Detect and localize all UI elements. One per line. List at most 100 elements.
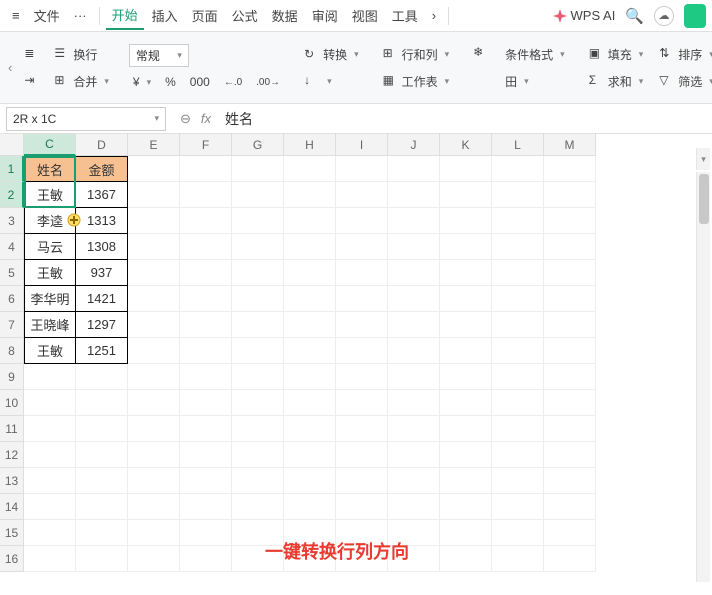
cell-J4[interactable] (388, 234, 440, 260)
cell-G7[interactable] (232, 312, 284, 338)
cell-F3[interactable] (180, 208, 232, 234)
worksheet-button[interactable]: ▦工作表▾ (379, 71, 454, 92)
column-header-C[interactable]: C (24, 134, 76, 156)
row-header-9[interactable]: 9 (0, 364, 24, 390)
cell-L5[interactable] (492, 260, 544, 286)
cell-L12[interactable] (492, 442, 544, 468)
cell-I10[interactable] (336, 390, 388, 416)
cell-C13[interactable] (24, 468, 76, 494)
decimal-increase[interactable]: ←.0 (220, 75, 246, 90)
search-icon[interactable]: 🔍 (625, 7, 644, 25)
cell-M13[interactable] (544, 468, 596, 494)
cell-K8[interactable] (440, 338, 492, 364)
cell-E13[interactable] (128, 468, 180, 494)
cell-D13[interactable] (76, 468, 128, 494)
cell-C1[interactable]: 姓名 (24, 156, 76, 182)
fill-button[interactable]: ▣填充▾ (585, 44, 648, 65)
cell-G8[interactable] (232, 338, 284, 364)
cell-E8[interactable] (128, 338, 180, 364)
cell-H4[interactable] (284, 234, 336, 260)
sort-button[interactable]: ⇅排序▾ (655, 44, 712, 65)
row-header-12[interactable]: 12 (0, 442, 24, 468)
cell-D9[interactable] (76, 364, 128, 390)
row-header-3[interactable]: 3 (0, 208, 24, 234)
cell-E7[interactable] (128, 312, 180, 338)
cell-G11[interactable] (232, 416, 284, 442)
rows-cols-button[interactable]: ⊞行和列▾ (379, 44, 454, 65)
cell-I8[interactable] (336, 338, 388, 364)
percent-button[interactable]: % (161, 73, 180, 91)
cell-D7[interactable]: 1297 (76, 312, 128, 338)
cell-F6[interactable] (180, 286, 232, 312)
cell-F12[interactable] (180, 442, 232, 468)
cell-C5[interactable]: 王敏 (24, 260, 76, 286)
cell-M16[interactable] (544, 546, 596, 572)
cell-J1[interactable] (388, 156, 440, 182)
cell-M1[interactable] (544, 156, 596, 182)
cell-F1[interactable] (180, 156, 232, 182)
column-header-I[interactable]: I (336, 134, 388, 156)
tab-formula[interactable]: 公式 (226, 2, 264, 29)
row-header-1[interactable]: 1 (0, 156, 24, 182)
cell-H10[interactable] (284, 390, 336, 416)
cell-F14[interactable] (180, 494, 232, 520)
cell-H2[interactable] (284, 182, 336, 208)
cell-C6[interactable]: 李华明 (24, 286, 76, 312)
cell-L9[interactable] (492, 364, 544, 390)
ribbon-scroll-left[interactable]: ‹ (8, 50, 12, 86)
tab-data[interactable]: 数据 (266, 2, 304, 29)
cell-D1[interactable]: 金额 (76, 156, 128, 182)
cell-H5[interactable] (284, 260, 336, 286)
cell-C16[interactable] (24, 546, 76, 572)
cell-D16[interactable] (76, 546, 128, 572)
row-header-15[interactable]: 15 (0, 520, 24, 546)
cell-C10[interactable] (24, 390, 76, 416)
column-header-G[interactable]: G (232, 134, 284, 156)
row-header-13[interactable]: 13 (0, 468, 24, 494)
tabs-overflow[interactable]: › (426, 4, 442, 27)
currency-button[interactable]: ¥▾ (129, 73, 155, 91)
cell-K2[interactable] (440, 182, 492, 208)
cell-K4[interactable] (440, 234, 492, 260)
cell-C2[interactable]: 王敏 (24, 182, 76, 208)
cell-E16[interactable] (128, 546, 180, 572)
cell-G14[interactable] (232, 494, 284, 520)
cell-K1[interactable] (440, 156, 492, 182)
cell-I14[interactable] (336, 494, 388, 520)
cell-J9[interactable] (388, 364, 440, 390)
cell-F13[interactable] (180, 468, 232, 494)
formula-input[interactable]: 姓名 (219, 109, 712, 129)
cell-H7[interactable] (284, 312, 336, 338)
sum-button[interactable]: Σ求和▾ (585, 71, 648, 92)
column-header-L[interactable]: L (492, 134, 544, 156)
cell-E11[interactable] (128, 416, 180, 442)
row-header-8[interactable]: 8 (0, 338, 24, 364)
cell-L11[interactable] (492, 416, 544, 442)
row-header-6[interactable]: 6 (0, 286, 24, 312)
cell-I12[interactable] (336, 442, 388, 468)
cell-J13[interactable] (388, 468, 440, 494)
cell-M7[interactable] (544, 312, 596, 338)
cell-G5[interactable] (232, 260, 284, 286)
cell-E10[interactable] (128, 390, 180, 416)
cell-E4[interactable] (128, 234, 180, 260)
cell-L7[interactable] (492, 312, 544, 338)
cell-G6[interactable] (232, 286, 284, 312)
cell-H6[interactable] (284, 286, 336, 312)
cloud-icon[interactable]: ☁ (654, 6, 674, 26)
cell-H12[interactable] (284, 442, 336, 468)
cell-F8[interactable] (180, 338, 232, 364)
column-header-F[interactable]: F (180, 134, 232, 156)
cell-G9[interactable] (232, 364, 284, 390)
freeze-button[interactable]: ❄ (469, 43, 493, 93)
row-header-5[interactable]: 5 (0, 260, 24, 286)
cell-E12[interactable] (128, 442, 180, 468)
cell-C12[interactable] (24, 442, 76, 468)
cell-M11[interactable] (544, 416, 596, 442)
cell-C14[interactable] (24, 494, 76, 520)
cell-H9[interactable] (284, 364, 336, 390)
cell-L1[interactable] (492, 156, 544, 182)
merge-cells-button[interactable]: ⊞合并▾ (50, 71, 113, 92)
cell-M15[interactable] (544, 520, 596, 546)
cell-M2[interactable] (544, 182, 596, 208)
